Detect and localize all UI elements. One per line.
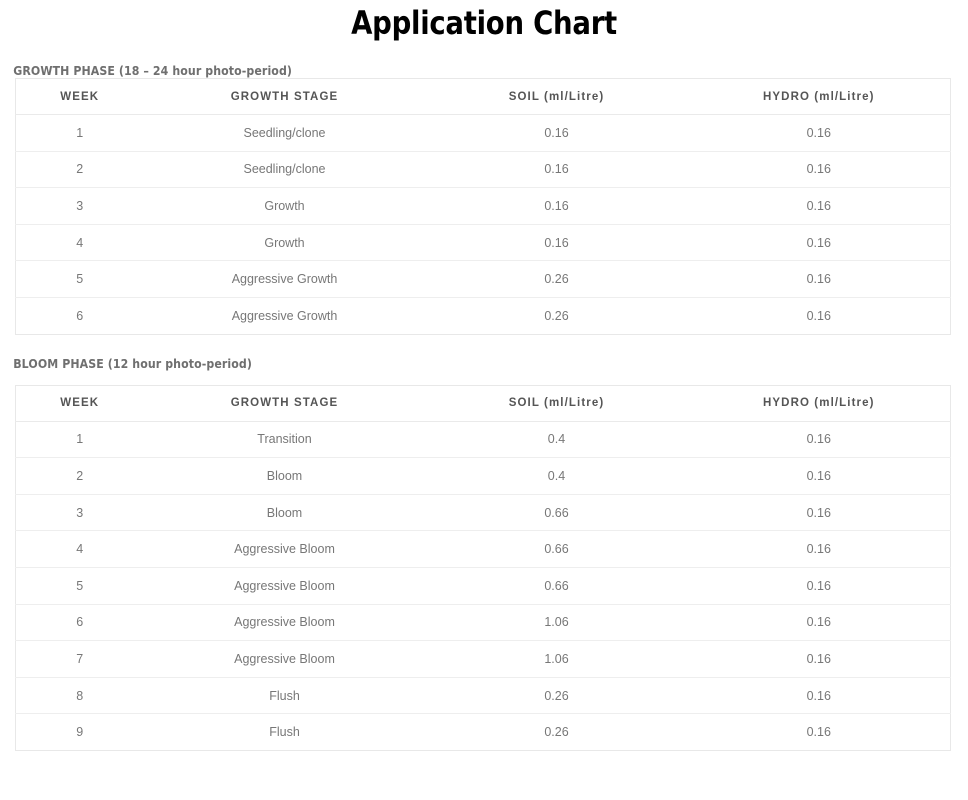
table-row: 7 Aggressive Bloom 1.06 0.16: [15, 640, 951, 678]
cell-soil: 0.66: [425, 530, 688, 568]
cell-week: 2: [15, 457, 144, 495]
cell-hydro: 0.16: [687, 603, 951, 641]
cell-stage: Aggressive Bloom: [143, 603, 426, 641]
cell-week: 5: [15, 260, 144, 298]
table-row: 6 Aggressive Growth 0.26 0.16: [15, 296, 951, 335]
cell-hydro: 0.16: [687, 566, 951, 605]
table-body: 1 Transition 0.4 0.16 2 Bloom 0.4 0.16 3…: [15, 421, 951, 751]
table-row: 5 Aggressive Bloom 0.66 0.16: [15, 566, 951, 605]
cell-hydro: 0.16: [687, 223, 951, 261]
table-row: 3 Growth 0.16 0.16: [15, 187, 951, 225]
table-row: 1 Seedling/clone 0.16 0.16: [16, 115, 951, 152]
application-chart-page: Application Chart GROWTH PHASE (18 – 24 …: [0, 0, 968, 800]
cell-week: 9: [15, 713, 144, 751]
table-row: 9 Flush 0.26 0.16: [15, 713, 951, 751]
cell-week: 3: [15, 493, 144, 531]
cell-soil: 0.4: [547, 432, 566, 447]
table-row: 3 Bloom 0.66 0.16: [15, 493, 951, 531]
column-header-soil: SOIL (ml/Litre): [425, 78, 688, 115]
cell-hydro: 0.16: [687, 260, 951, 298]
cell-stage: Aggressive Bloom: [143, 566, 426, 605]
column-header-week: WEEK: [15, 385, 144, 422]
table-header-row: WEEK GROWTH STAGE SOIL (ml/Litre) HYDRO …: [15, 385, 951, 422]
cell-hydro: 0.16: [687, 457, 951, 495]
cell-week: 5: [15, 566, 144, 605]
table-header: WEEK GROWTH STAGE SOIL (ml/Litre) HYDRO …: [15, 78, 951, 115]
column-header-growth-stage: GROWTH STAGE: [143, 78, 426, 115]
cell-stage: Seedling/clone: [143, 150, 426, 188]
column-header-week: WEEK: [15, 78, 144, 115]
cell-stage: Bloom: [143, 493, 426, 531]
cell-soil: 0.26: [425, 296, 688, 335]
page-title: Application Chart: [351, 4, 617, 42]
cell-week: 6: [15, 603, 144, 641]
table-row: 6 Aggressive Bloom 1.06 0.16: [15, 603, 951, 641]
cell-week: 1: [76, 125, 84, 140]
cell-stage: Aggressive Growth: [143, 260, 426, 298]
cell-hydro: 0.16: [806, 125, 831, 140]
table-header: WEEK GROWTH STAGE SOIL (ml/Litre) HYDRO …: [15, 385, 951, 422]
cell-soil: 0.16: [425, 150, 688, 188]
growth-phase-table: WEEK GROWTH STAGE SOIL (ml/Litre) HYDRO …: [15, 78, 951, 335]
table-row: 1 Transition 0.4 0.16: [16, 421, 951, 458]
cell-soil: 0.16: [425, 187, 688, 225]
cell-week: 6: [15, 296, 144, 335]
cell-soil: 0.16: [425, 223, 688, 261]
cell-stage: Aggressive Growth: [143, 296, 426, 335]
cell-stage: Aggressive Bloom: [143, 530, 426, 568]
bloom-phase-table-wrap: WEEK GROWTH STAGE SOIL (ml/Litre) HYDRO …: [0, 384, 968, 751]
cell-soil: 0.4: [425, 457, 688, 495]
cell-soil: 0.26: [425, 713, 688, 751]
cell-stage: Flush: [143, 676, 426, 714]
cell-soil: 0.66: [425, 493, 688, 531]
table-row: 8 Flush 0.26 0.16: [15, 676, 951, 714]
cell-soil: 1.06: [425, 603, 688, 641]
cell-hydro: 0.16: [687, 150, 951, 188]
table-row: 4 Aggressive Bloom 0.66 0.16: [15, 530, 951, 568]
cell-soil: 0.26: [425, 676, 688, 714]
cell-stage: Seedling/clone: [243, 125, 326, 140]
cell-week: 7: [15, 640, 144, 678]
cell-hydro: 0.16: [687, 713, 951, 751]
column-header-hydro: HYDRO (ml/Litre): [687, 385, 951, 422]
table-header-row: WEEK GROWTH STAGE SOIL (ml/Litre) HYDRO …: [15, 78, 951, 115]
cell-stage: Bloom: [143, 457, 426, 495]
cell-stage: Aggressive Bloom: [143, 640, 426, 678]
cell-stage: Transition: [257, 432, 312, 447]
cell-stage: Flush: [143, 713, 426, 751]
cell-soil: 0.66: [425, 566, 688, 605]
cell-week: 3: [15, 187, 144, 225]
bloom-phase-table: WEEK GROWTH STAGE SOIL (ml/Litre) HYDRO …: [15, 384, 951, 751]
table-row: 5 Aggressive Growth 0.26 0.16: [15, 260, 951, 298]
table-row: 2 Bloom 0.4 0.16: [15, 457, 951, 495]
column-header-growth-stage: GROWTH STAGE: [143, 385, 426, 422]
cell-hydro: 0.16: [687, 640, 951, 678]
column-header-hydro: HYDRO (ml/Litre): [687, 78, 951, 115]
cell-week: 4: [15, 530, 144, 568]
column-header-soil: SOIL (ml/Litre): [425, 385, 688, 422]
cell-hydro: 0.16: [806, 432, 831, 447]
section-heading-bloom-phase: BLOOM PHASE (12 hour photo-period): [13, 355, 252, 371]
section-heading-growth-phase: GROWTH PHASE (18 – 24 hour photo-period): [13, 63, 293, 78]
cell-stage: Growth: [143, 187, 426, 225]
cell-week: 2: [15, 150, 144, 188]
table-body: 1 Seedling/clone 0.16 0.16 2 Seedling/cl…: [15, 115, 951, 335]
cell-soil: 0.26: [425, 260, 688, 298]
cell-hydro: 0.16: [687, 493, 951, 531]
table-row: 4 Growth 0.16 0.16: [15, 223, 951, 261]
cell-hydro: 0.16: [687, 187, 951, 225]
growth-phase-table-wrap: WEEK GROWTH STAGE SOIL (ml/Litre) HYDRO …: [0, 78, 968, 335]
cell-stage: Growth: [143, 223, 426, 261]
cell-week: 1: [76, 432, 84, 447]
table-row: 2 Seedling/clone 0.16 0.16: [15, 150, 951, 188]
cell-week: 8: [15, 676, 144, 714]
heading-spacer: [0, 371, 968, 385]
cell-hydro: 0.16: [687, 676, 951, 714]
cell-hydro: 0.16: [687, 530, 951, 568]
cell-hydro: 0.16: [687, 296, 951, 335]
cell-soil: 0.16: [544, 125, 569, 140]
cell-soil: 1.06: [425, 640, 688, 678]
cell-week: 4: [15, 223, 144, 261]
